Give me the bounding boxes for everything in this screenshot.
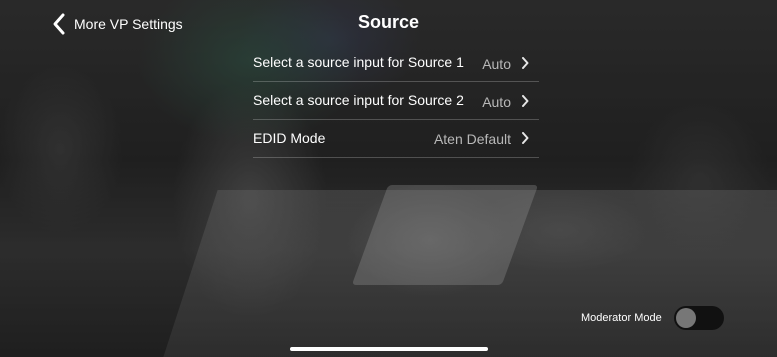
source-2-input-label: Select a source input for Source 2 [253, 92, 464, 108]
chevron-right-icon [522, 57, 529, 69]
source-1-input-row[interactable]: Select a source input for Source 1 Auto [253, 44, 539, 82]
settings-list: Select a source input for Source 1 Auto … [253, 44, 539, 158]
edid-mode-label: EDID Mode [253, 130, 326, 146]
source-1-input-label: Select a source input for Source 1 [253, 54, 464, 70]
chevron-right-icon [522, 132, 529, 144]
home-indicator [290, 347, 488, 351]
page-title: Source [357, 12, 420, 32]
edid-mode-value: Aten Default [433, 131, 511, 147]
edid-mode-row[interactable]: EDID Mode Aten Default [253, 120, 539, 158]
source-1-input-value: Auto [482, 56, 511, 72]
moderator-mode: Moderator Mode [581, 306, 724, 330]
source-2-input-row[interactable]: Select a source input for Source 2 Auto [253, 82, 539, 120]
chevron-right-icon [522, 95, 529, 107]
moderator-mode-label: Moderator Mode [581, 312, 662, 324]
moderator-mode-toggle[interactable] [673, 306, 724, 330]
source-2-input-value: Auto [482, 94, 511, 110]
toggle-knob [675, 308, 696, 328]
